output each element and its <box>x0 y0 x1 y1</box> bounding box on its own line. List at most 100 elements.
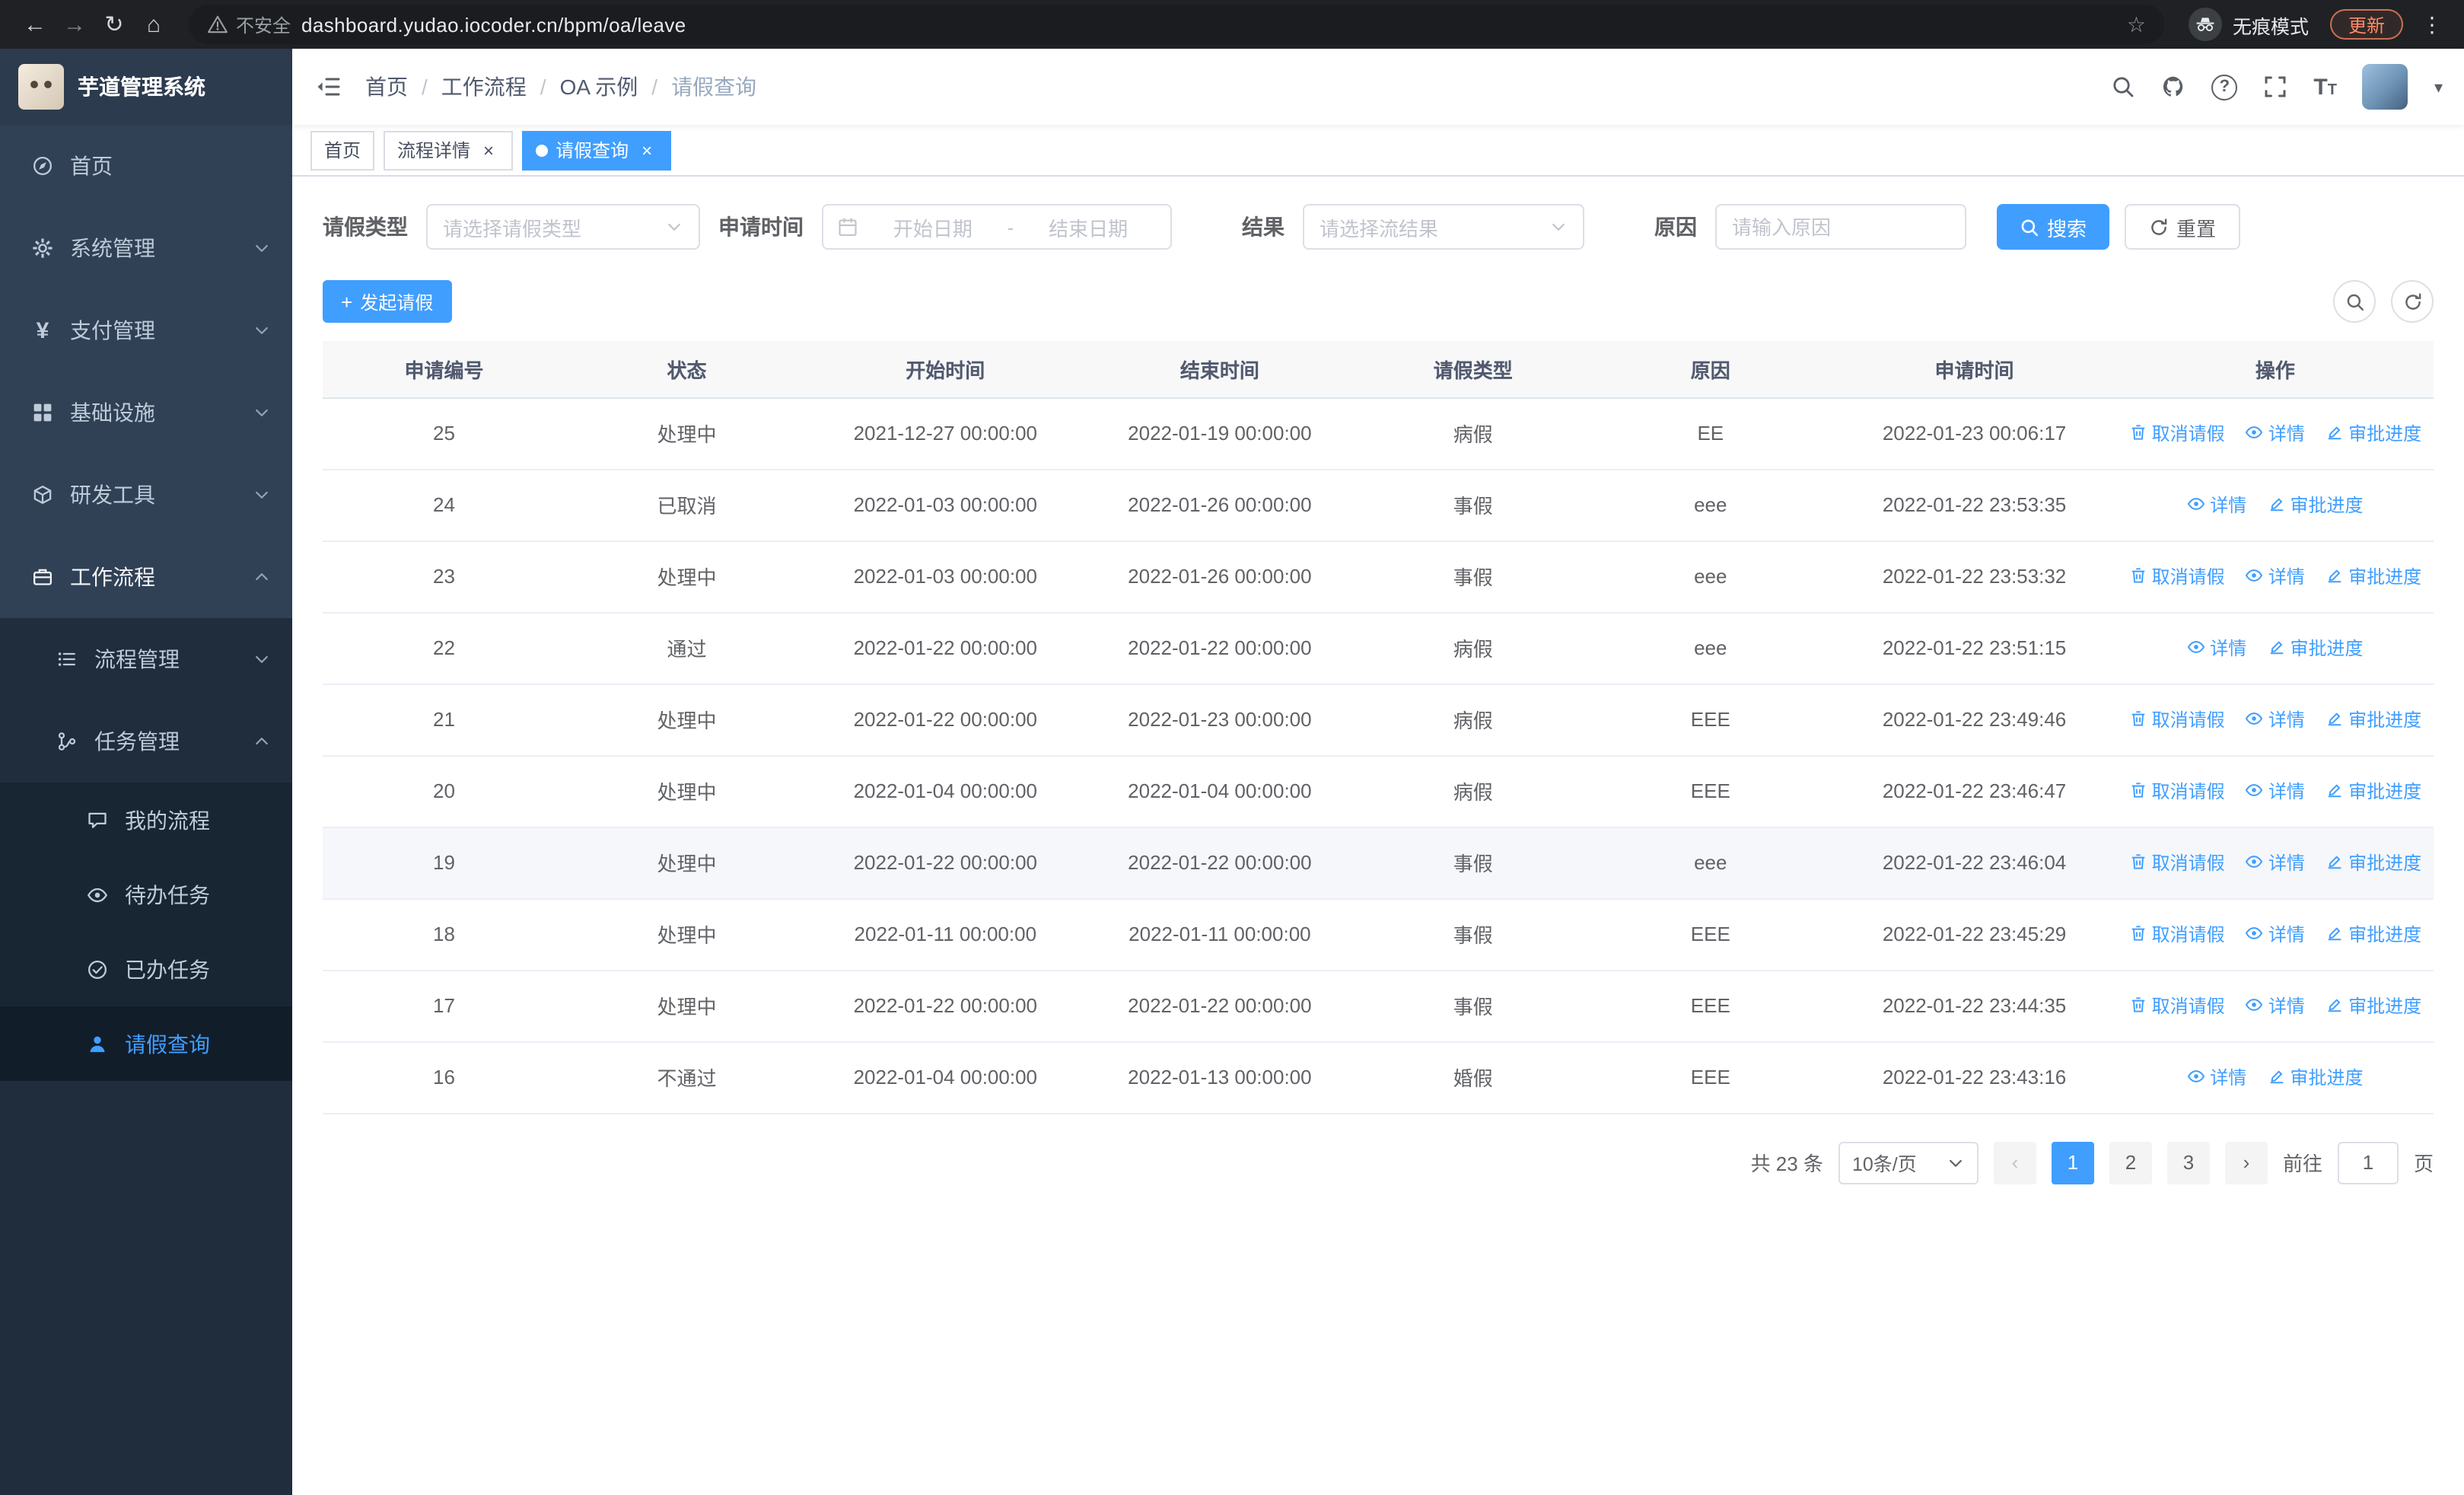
cancel-leave-link[interactable]: 取消请假 <box>2129 850 2225 875</box>
approval-progress-link[interactable]: 审批进度 <box>2268 635 2364 661</box>
sidebar-fold-icon[interactable] <box>292 73 365 100</box>
breadcrumb: 首页 / 工作流程 / OA 示例 / 请假查询 <box>365 72 756 102</box>
approval-progress-link[interactable]: 审批进度 <box>2326 850 2421 875</box>
breadcrumb-oa-example[interactable]: OA 示例 <box>560 72 638 102</box>
security-chip[interactable]: 不安全 <box>207 11 291 37</box>
toggle-search-button[interactable] <box>2333 280 2376 323</box>
sidebar-item-process-management[interactable]: 流程管理 <box>0 618 292 700</box>
browser-update-button[interactable]: 更新 <box>2329 9 2403 40</box>
detail-link[interactable]: 详情 <box>2246 778 2305 804</box>
cell-actions: 取消请假 详情 审批进度 <box>2116 970 2434 1042</box>
sidebar-item-system[interactable]: 系统管理 <box>0 207 292 289</box>
sidebar-item-infrastructure[interactable]: 基础设施 <box>0 371 292 454</box>
sidebar-item-todo-tasks[interactable]: 待办任务 <box>0 857 292 932</box>
cancel-leave-link[interactable]: 取消请假 <box>2129 921 2225 947</box>
browser-menu-icon[interactable]: ⋮ <box>2415 11 2449 37</box>
breadcrumb-workflow[interactable]: 工作流程 <box>441 72 527 102</box>
goto-page-input[interactable] <box>2337 1141 2399 1184</box>
cancel-leave-link[interactable]: 取消请假 <box>2129 706 2225 732</box>
breadcrumb-home[interactable]: 首页 <box>365 72 408 102</box>
detail-link[interactable]: 详情 <box>2246 706 2305 732</box>
reason-input[interactable] <box>1732 215 1950 238</box>
tab-leave-query[interactable]: 请假查询 × <box>522 130 672 170</box>
detail-link[interactable]: 详情 <box>2246 850 2305 875</box>
cell-actions: 取消请假 详情 审批进度 <box>2116 755 2434 827</box>
sidebar-item-home[interactable]: 首页 <box>0 125 292 207</box>
address-bar[interactable]: 不安全 dashboard.yudao.iocoder.cn/bpm/oa/le… <box>189 5 2164 44</box>
detail-link[interactable]: 详情 <box>2187 1064 2246 1090</box>
browser-back-button[interactable]: ← <box>15 5 55 44</box>
tab-home[interactable]: 首页 <box>310 130 375 170</box>
start-date-placeholder: 开始日期 <box>893 217 973 240</box>
approval-progress-link[interactable]: 审批进度 <box>2326 420 2421 446</box>
page-button-1[interactable]: 1 <box>2051 1141 2094 1184</box>
help-icon[interactable]: ? <box>2211 74 2238 100</box>
user-avatar[interactable] <box>2362 64 2408 110</box>
approval-progress-link[interactable]: 审批进度 <box>2326 706 2421 732</box>
col-actions: 操作 <box>2116 341 2434 398</box>
search-button[interactable]: 搜索 <box>1997 204 2110 250</box>
close-icon[interactable]: × <box>478 139 499 161</box>
approval-progress-link[interactable]: 审批进度 <box>2326 563 2421 589</box>
browser-home-button[interactable]: ⌂ <box>134 5 173 44</box>
reset-button[interactable]: 重置 <box>2125 204 2241 250</box>
sidebar-item-my-process[interactable]: 我的流程 <box>0 783 292 857</box>
cell-end-time: 2022-01-22 00:00:00 <box>1082 827 1358 899</box>
eye-icon <box>2246 999 2264 1012</box>
table-row: 16 不通过 2022-01-04 00:00:00 2022-01-13 00… <box>323 1041 2434 1114</box>
cell-status: 处理中 <box>565 827 808 899</box>
apply-time-range-picker[interactable]: 开始日期 - 结束日期 <box>822 204 1172 250</box>
page-button-3[interactable]: 3 <box>2166 1141 2210 1184</box>
trash-icon <box>2131 711 2144 727</box>
github-icon[interactable] <box>2161 75 2185 99</box>
detail-link[interactable]: 详情 <box>2187 492 2246 518</box>
result-select[interactable]: 请选择流结果 <box>1303 204 1584 250</box>
fullscreen-icon[interactable] <box>2263 75 2287 99</box>
header-search-icon[interactable] <box>2111 75 2135 99</box>
bookmark-star-icon[interactable]: ☆ <box>2127 11 2146 37</box>
detail-link[interactable]: 详情 <box>2187 635 2246 661</box>
leave-type-select[interactable]: 请选择请假类型 <box>426 204 700 250</box>
page-size-select[interactable]: 10条/页 <box>1838 1141 1979 1184</box>
cell-end-time: 2022-01-22 00:00:00 <box>1082 970 1358 1042</box>
sidebar-item-done-tasks[interactable]: 已办任务 <box>0 932 292 1006</box>
table-body: 25 处理中 2021-12-27 00:00:00 2022-01-19 00… <box>323 397 2434 1114</box>
app-logo[interactable]: 芋道管理系统 <box>0 49 292 125</box>
sidebar-item-leave-query[interactable]: 请假查询 <box>0 1006 292 1081</box>
create-leave-button[interactable]: + 发起请假 <box>323 280 452 323</box>
avatar-caret-icon[interactable]: ▾ <box>2434 77 2443 97</box>
sidebar-item-workflow[interactable]: 工作流程 <box>0 536 292 618</box>
detail-link[interactable]: 详情 <box>2246 921 2305 947</box>
trash-icon <box>2131 926 2144 942</box>
close-icon[interactable]: × <box>636 139 657 161</box>
detail-link[interactable]: 详情 <box>2246 420 2305 446</box>
cancel-leave-link[interactable]: 取消请假 <box>2129 420 2225 446</box>
cell-actions: 取消请假 详情 审批进度 <box>2116 827 2434 899</box>
browser-forward-button[interactable]: → <box>55 5 94 44</box>
tab-process-detail[interactable]: 流程详情 × <box>384 130 514 170</box>
reset-button-label: 重置 <box>2176 217 2217 240</box>
approval-progress-link[interactable]: 审批进度 <box>2326 778 2421 804</box>
font-size-icon[interactable]: TT <box>2313 75 2337 98</box>
approval-progress-link[interactable]: 审批进度 <box>2268 1064 2364 1090</box>
cancel-leave-link[interactable]: 取消请假 <box>2129 778 2225 804</box>
table-row: 20 处理中 2022-01-04 00:00:00 2022-01-04 00… <box>323 755 2434 827</box>
cell-start-time: 2022-01-22 00:00:00 <box>808 612 1083 684</box>
cancel-leave-link[interactable]: 取消请假 <box>2129 563 2225 589</box>
refresh-table-button[interactable] <box>2391 280 2434 323</box>
browser-reload-button[interactable]: ↻ <box>94 5 134 44</box>
sidebar-item-task-management[interactable]: 任务管理 <box>0 700 292 783</box>
cancel-leave-link[interactable]: 取消请假 <box>2129 993 2225 1018</box>
detail-link[interactable]: 详情 <box>2246 563 2305 589</box>
approval-progress-link[interactable]: 审批进度 <box>2268 492 2364 518</box>
sidebar-item-dev-tools[interactable]: 研发工具 <box>0 454 292 536</box>
detail-link[interactable]: 详情 <box>2246 993 2305 1018</box>
approval-progress-link[interactable]: 审批进度 <box>2326 921 2421 947</box>
page-button-2[interactable]: 2 <box>2109 1141 2152 1184</box>
sidebar-item-payment[interactable]: ¥ 支付管理 <box>0 289 292 371</box>
approval-progress-link[interactable]: 审批进度 <box>2326 993 2421 1018</box>
chevron-down-icon <box>253 321 271 339</box>
incognito-indicator: 无痕模式 <box>2188 8 2309 41</box>
prev-page-button[interactable]: ‹ <box>1993 1141 2036 1184</box>
next-page-button[interactable]: › <box>2224 1141 2268 1184</box>
